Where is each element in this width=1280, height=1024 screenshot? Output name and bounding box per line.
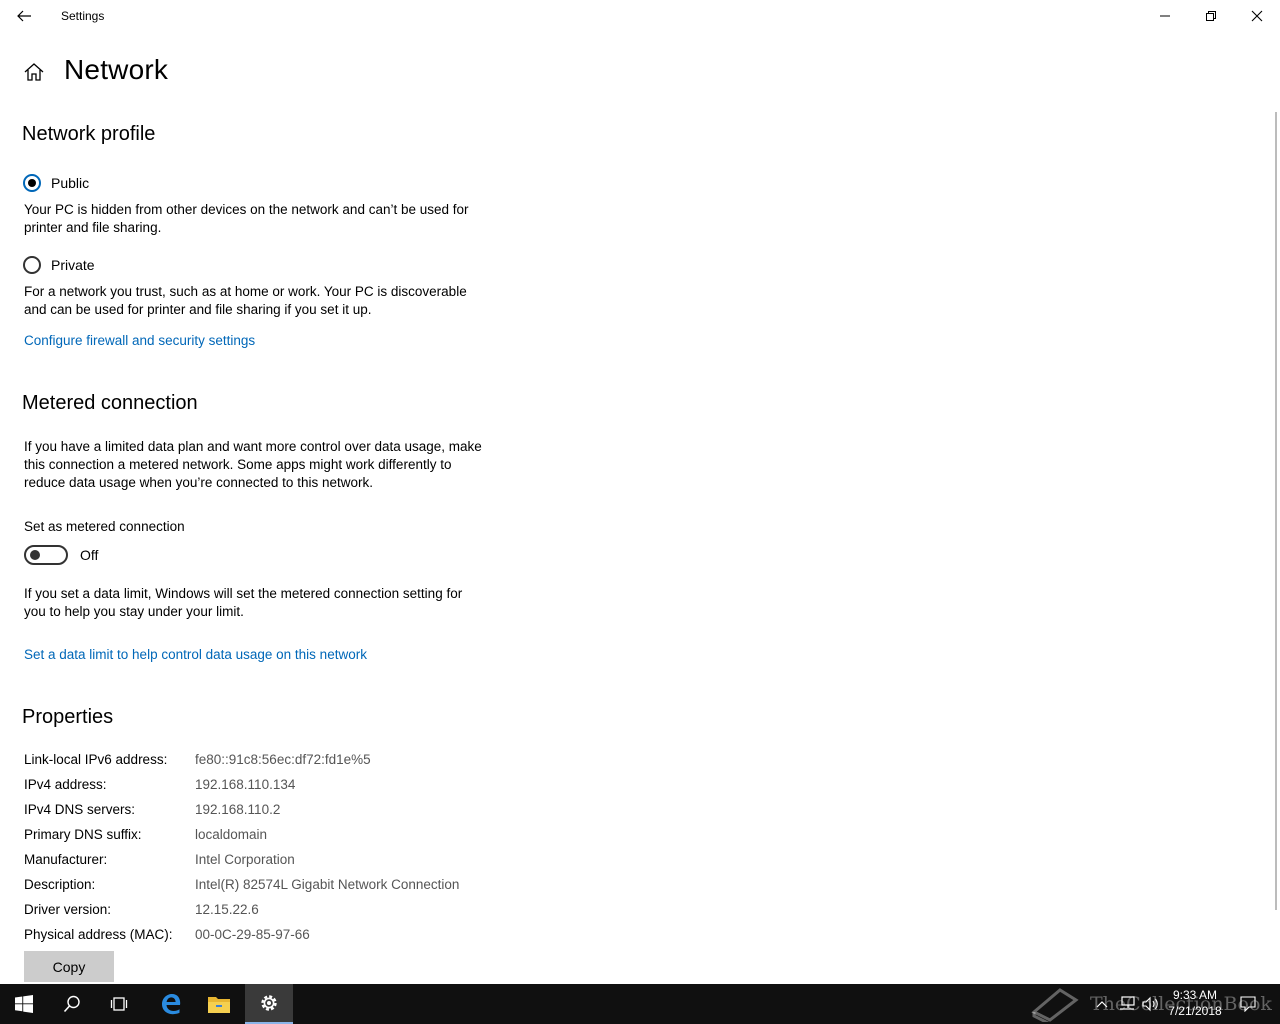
property-label: Description:	[24, 877, 96, 892]
properties-heading: Properties	[22, 706, 114, 728]
radio-private-label: Private	[51, 257, 95, 273]
back-button[interactable]	[8, 0, 40, 32]
start-button[interactable]	[0, 984, 48, 1024]
window-title: Settings	[61, 9, 105, 23]
edge-button[interactable]	[147, 984, 195, 1024]
network-profile-heading: Network profile	[22, 123, 156, 145]
show-hidden-icons-button[interactable]	[1090, 984, 1114, 1024]
settings-icon	[261, 995, 277, 1011]
minimize-button[interactable]	[1142, 0, 1188, 32]
minimize-icon	[1160, 15, 1170, 17]
data-limit-note: If you set a data limit, Windows will se…	[24, 586, 463, 619]
property-value[interactable]: 192.168.110.2	[195, 802, 280, 817]
task-view-icon	[110, 997, 128, 1011]
taskbar: TheCollectionBook 9:33 AM 7/21/2018	[0, 984, 1280, 1024]
property-label: Physical address (MAC):	[24, 927, 173, 942]
restore-icon	[1206, 11, 1216, 21]
clock-date: 7/21/2018	[1168, 1004, 1222, 1018]
property-label: IPv4 DNS servers:	[24, 802, 136, 817]
property-label: Driver version:	[24, 902, 112, 917]
toggle-knob	[30, 550, 40, 560]
book-icon	[1031, 988, 1079, 1022]
property-value[interactable]: localdomain	[195, 827, 267, 842]
page-title: Network	[64, 54, 169, 85]
chevron-up-icon	[1096, 1001, 1108, 1008]
clock[interactable]: 9:33 AM 7/21/2018	[1160, 987, 1230, 1019]
settings-taskbar-button[interactable]	[245, 984, 293, 1024]
property-label: IPv4 address:	[24, 777, 107, 792]
clock-time: 9:33 AM	[1172, 988, 1218, 1002]
property-value[interactable]: Intel(R) 82574L Gigabit Network Connecti…	[195, 877, 459, 892]
network-icon	[1120, 996, 1135, 1010]
property-value[interactable]: 12.15.22.6	[195, 902, 259, 917]
restore-button[interactable]	[1188, 0, 1234, 32]
metered-connection-heading: Metered connection	[22, 392, 198, 414]
file-explorer-button[interactable]	[195, 984, 243, 1024]
property-value[interactable]: Intel Corporation	[195, 852, 295, 867]
metered-toggle-state: Off	[80, 547, 99, 563]
notification-icon	[1240, 996, 1256, 1012]
task-view-button[interactable]	[96, 984, 144, 1024]
property-value[interactable]: fe80::91c8:56ec:df72:fd1e%5	[195, 752, 371, 767]
property-value[interactable]: 00-0C-29-85-97-66	[195, 927, 310, 942]
back-arrow-icon	[17, 10, 31, 22]
public-description: Your PC is hidden from other devices on …	[24, 202, 469, 235]
close-icon	[1251, 10, 1263, 22]
file-explorer-icon	[208, 997, 230, 1013]
edge-icon	[162, 994, 181, 1015]
volume-tray-button[interactable]	[1140, 984, 1162, 1024]
metered-toggle-row[interactable]: Off	[24, 545, 98, 565]
search-button[interactable]	[48, 984, 96, 1024]
metered-toggle-switch[interactable]	[24, 545, 68, 565]
firewall-settings-link[interactable]: Configure firewall and security settings	[24, 333, 255, 348]
property-value[interactable]: 192.168.110.134	[195, 777, 295, 792]
radio-public[interactable]: Public	[23, 172, 89, 194]
search-icon	[63, 995, 80, 1013]
metered-description: If you have a limited data plan and want…	[24, 439, 482, 490]
radio-public-button[interactable]	[23, 174, 41, 192]
volume-icon	[1142, 996, 1158, 1012]
private-description: For a network you trust, such as at home…	[24, 284, 467, 317]
property-label: Primary DNS suffix:	[24, 827, 142, 842]
copy-button[interactable]: Copy	[24, 951, 114, 982]
property-label: Manufacturer:	[24, 852, 108, 867]
home-icon[interactable]	[23, 61, 45, 83]
title-bar: Settings	[0, 0, 1280, 32]
data-limit-link[interactable]: Set a data limit to help control data us…	[24, 647, 367, 662]
radio-private-button[interactable]	[23, 256, 41, 274]
metered-toggle-label: Set as metered connection	[24, 519, 185, 534]
close-button[interactable]	[1234, 0, 1280, 32]
network-tray-button[interactable]	[1116, 984, 1138, 1024]
start-icon	[15, 995, 33, 1013]
radio-public-label: Public	[51, 175, 90, 191]
action-center-button[interactable]	[1236, 984, 1260, 1024]
scrollbar[interactable]	[1275, 112, 1277, 910]
property-label: Link-local IPv6 address:	[24, 752, 168, 767]
radio-private[interactable]: Private	[23, 254, 95, 276]
